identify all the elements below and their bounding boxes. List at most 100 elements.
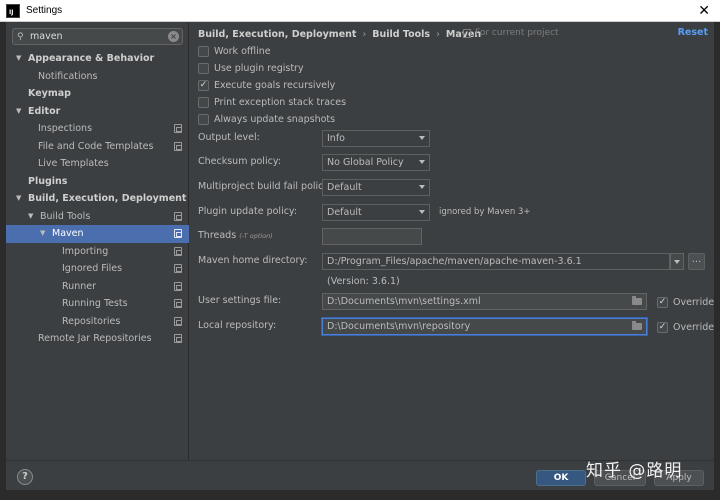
maven-version-text: (Version: 3.6.1) — [327, 276, 400, 287]
user-settings-label: User settings file: — [198, 295, 282, 306]
tree-item-file-and-code-templates[interactable]: File and Code Templates — [6, 138, 189, 156]
tree-item-label: Build, Execution, Deployment — [28, 193, 187, 204]
breadcrumb-item: Build, Execution, Deployment — [198, 28, 357, 40]
project-icon — [463, 28, 471, 38]
tree-item-repositories[interactable]: Repositories — [6, 313, 189, 331]
close-icon[interactable]: ✕ — [698, 3, 710, 19]
output-level-select[interactable]: Info — [322, 130, 430, 147]
maven-home-dropdown-button[interactable] — [670, 253, 684, 270]
expand-arrow-icon[interactable]: ▼ — [16, 50, 21, 68]
maven-home-browse-button[interactable]: ... — [688, 253, 705, 270]
maven-home-label: Maven home directory: — [198, 255, 308, 266]
tree-item-build-tools[interactable]: ▼ Build Tools — [6, 208, 189, 226]
tree-item-build-execution-deployment[interactable]: ▼ Build, Execution, Deployment — [6, 190, 189, 208]
checkbox-box-checked[interactable]: ✓ — [657, 321, 668, 333]
project-icon — [174, 211, 182, 221]
multiproject-policy-select[interactable]: Default — [322, 179, 430, 196]
execute-goals-recursively-checkbox[interactable]: ✓ Execute goals recursively — [198, 78, 335, 92]
threads-label-text: Threads — [198, 230, 237, 241]
checkbox-box[interactable] — [198, 96, 209, 108]
project-icon — [174, 264, 182, 273]
project-scope-label: For current project — [475, 28, 559, 38]
local-repository-input[interactable]: D:\Documents\mvn\repository — [322, 318, 647, 335]
chevron-down-icon — [419, 185, 425, 189]
chevron-down-icon — [674, 260, 680, 264]
checksum-policy-label: Checksum policy: — [198, 156, 281, 167]
tree-item-appearance-behavior[interactable]: ▼ Appearance & Behavior — [6, 50, 189, 68]
tree-item-label: Runner — [62, 280, 96, 292]
folder-icon[interactable] — [632, 296, 642, 305]
intellij-app-icon: IJ — [6, 3, 20, 18]
tree-item-label: Keymap — [28, 88, 71, 99]
breadcrumb-separator: › — [436, 28, 440, 40]
project-icon — [174, 281, 182, 291]
project-icon — [174, 316, 182, 326]
chevron-down-icon — [419, 210, 425, 214]
tree-item-running-tests[interactable]: Running Tests — [6, 295, 189, 313]
tree-item-label: File and Code Templates — [38, 140, 154, 152]
chevron-down-icon — [419, 136, 425, 140]
expand-arrow-icon[interactable]: ▼ — [16, 190, 21, 208]
tree-item-live-templates[interactable]: Live Templates — [6, 155, 189, 173]
checksum-policy-select[interactable]: No Global Policy — [322, 154, 430, 171]
multiproject-policy-label: Multiproject build fail policy: — [198, 181, 332, 192]
project-icon — [174, 246, 182, 256]
project-icon — [174, 299, 182, 308]
search-query[interactable]: maven — [30, 31, 168, 42]
tree-item-label: Maven — [52, 228, 84, 239]
tree-item-runner[interactable]: Runner — [6, 278, 189, 296]
tree-item-label: Build Tools — [40, 210, 91, 222]
threads-label-sub: (-T option) — [239, 232, 273, 240]
settings-tree: ▼ Appearance & Behavior Notifications Keyma… — [6, 50, 189, 348]
checkbox-label: Work offline — [214, 45, 271, 57]
expand-arrow-icon[interactable]: ▼ — [28, 208, 33, 226]
always-update-snapshots-checkbox[interactable]: Always update snapshots — [198, 112, 335, 126]
expand-arrow-icon[interactable]: ▼ — [40, 225, 45, 243]
user-settings-value: D:\Documents\mvn\settings.xml — [327, 296, 481, 307]
tree-item-inspections[interactable]: Inspections — [6, 120, 189, 138]
tree-item-keymap[interactable]: Keymap — [6, 85, 189, 103]
checkbox-box-checked[interactable]: ✓ — [198, 79, 209, 91]
output-level-value: Info — [327, 133, 345, 144]
tree-item-plugins[interactable]: Plugins — [6, 173, 189, 191]
use-plugin-registry-checkbox[interactable]: Use plugin registry — [198, 61, 304, 75]
ok-button[interactable]: OK — [536, 470, 586, 486]
override-label: Override — [673, 296, 715, 308]
settings-search-input[interactable]: ⚲ maven × — [12, 28, 183, 45]
tree-item-ignored-files[interactable]: Ignored Files — [6, 260, 189, 278]
project-icon — [174, 334, 182, 343]
plugin-update-policy-hint: ignored by Maven 3+ — [439, 207, 531, 217]
project-scope-note: For current project — [463, 28, 559, 38]
tree-item-maven[interactable]: ▼ Maven — [6, 225, 189, 243]
folder-icon[interactable] — [632, 321, 642, 330]
checkbox-box[interactable] — [198, 113, 209, 125]
settings-sidebar: ⚲ maven × ▼ Appearance & Behavior Notifica… — [6, 22, 189, 460]
tree-item-notifications[interactable]: Notifications — [6, 68, 189, 86]
tree-item-label: Running Tests — [62, 298, 128, 309]
tree-item-label: Notifications — [38, 70, 98, 82]
plugin-update-policy-label: Plugin update policy: — [198, 206, 298, 217]
tree-item-importing[interactable]: Importing — [6, 243, 189, 261]
user-settings-override-checkbox[interactable]: ✓ Override — [657, 295, 714, 309]
print-exception-stack-traces-checkbox[interactable]: Print exception stack traces — [198, 95, 346, 109]
checkbox-box[interactable] — [198, 45, 209, 57]
expand-arrow-icon[interactable]: ▼ — [16, 103, 21, 121]
checkbox-box-checked[interactable]: ✓ — [657, 296, 668, 308]
tree-item-label: Ignored Files — [62, 263, 123, 274]
work-offline-checkbox[interactable]: Work offline — [198, 44, 271, 58]
checkbox-box[interactable] — [198, 62, 209, 74]
project-icon — [174, 141, 182, 151]
clear-search-icon[interactable]: × — [168, 31, 179, 42]
tree-item-editor[interactable]: ▼ Editor — [6, 103, 189, 121]
chevron-down-icon — [419, 160, 425, 164]
threads-input[interactable] — [322, 228, 422, 245]
user-settings-input[interactable]: D:\Documents\mvn\settings.xml — [322, 293, 647, 310]
help-button[interactable]: ? — [17, 469, 33, 485]
reset-link[interactable]: Reset — [678, 27, 708, 38]
local-repository-override-checkbox[interactable]: ✓ Override — [657, 320, 714, 334]
plugin-update-policy-select[interactable]: Default — [322, 204, 430, 221]
checkbox-label: Always update snapshots — [214, 113, 336, 125]
tree-item-remote-jar-repositories[interactable]: Remote Jar Repositories — [6, 330, 189, 348]
maven-home-value: D:/Program_Files/apache/maven/apache-mav… — [327, 256, 582, 267]
maven-home-input[interactable]: D:/Program_Files/apache/maven/apache-mav… — [322, 253, 670, 270]
